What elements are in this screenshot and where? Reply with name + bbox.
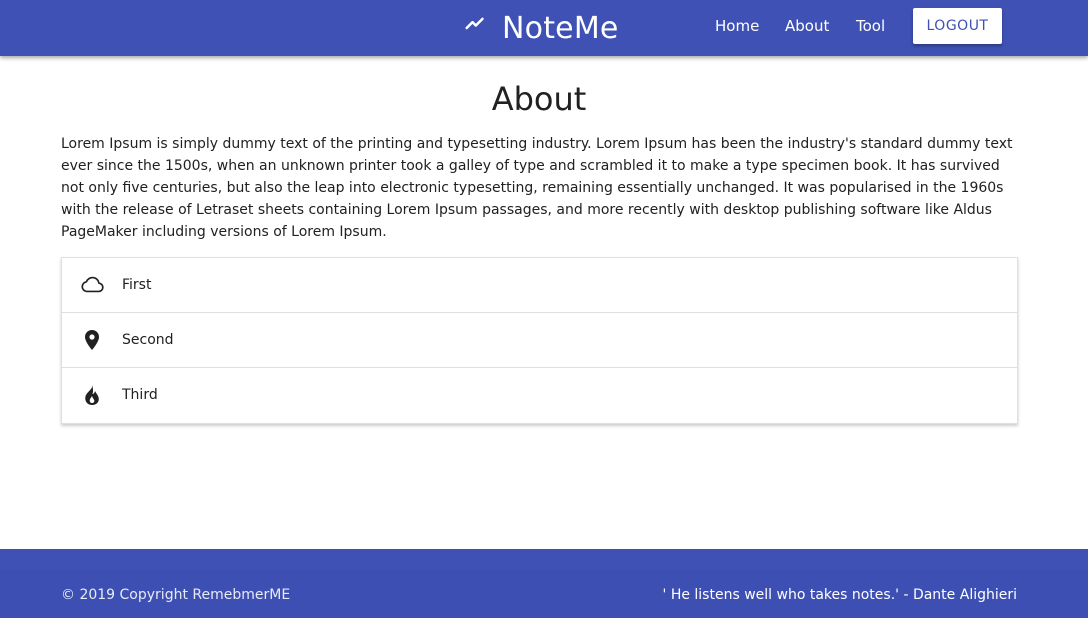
navbar: NoteMe Home About Tool LOGOUT: [0, 0, 1088, 56]
list-item-first[interactable]: First: [62, 258, 1017, 313]
trending-up-icon: [465, 17, 484, 30]
nav-tool-link[interactable]: Tool: [856, 17, 885, 35]
item-collection: First Second Third: [61, 257, 1018, 424]
list-item-label: Third: [122, 387, 158, 403]
logout-button[interactable]: LOGOUT: [913, 8, 1002, 44]
nav-about-link[interactable]: About: [785, 17, 829, 35]
location-pin-icon: [80, 328, 104, 352]
nav-home-link[interactable]: Home: [715, 17, 759, 35]
brand-title: NoteMe: [502, 10, 619, 46]
list-item-second[interactable]: Second: [62, 313, 1017, 368]
brand-logo[interactable]: NoteMe: [462, 6, 619, 50]
footer: © 2019 Copyright RemebmerME ' He listens…: [0, 570, 1088, 618]
copyright-text: © 2019 Copyright RemebmerME: [61, 587, 291, 603]
page-title: About: [491, 80, 587, 118]
intro-paragraph: Lorem Ipsum is simply dummy text of the …: [61, 136, 1013, 240]
footer-band: [0, 549, 1088, 570]
list-item-label: Second: [122, 332, 174, 348]
flame-icon: [80, 383, 104, 407]
cloud-icon: [80, 273, 104, 297]
footer-quote: ' He listens well who takes notes.' - Da…: [662, 587, 1017, 603]
list-item-third[interactable]: Third: [62, 368, 1017, 422]
list-item-label: First: [122, 277, 152, 293]
